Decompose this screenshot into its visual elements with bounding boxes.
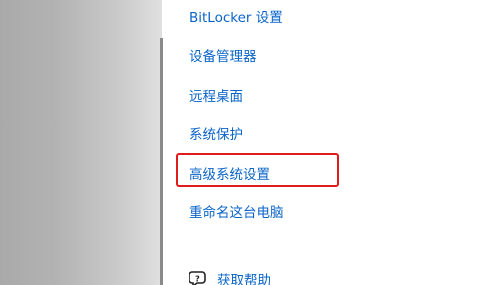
get-help-link[interactable]: ? 获取帮助 <box>188 269 271 285</box>
highlight-annotation-box <box>176 153 339 187</box>
settings-window: BitLocker 设置 设备管理器 远程桌面 系统保护 高级系统设置 重命名这… <box>0 0 493 285</box>
background-pane <box>0 0 162 285</box>
rename-this-pc-link[interactable]: 重命名这台电脑 <box>189 204 284 222</box>
scrollbar[interactable] <box>160 38 163 285</box>
remote-desktop-link[interactable]: 远程桌面 <box>189 88 243 106</box>
help-chat-icon: ? <box>188 270 207 285</box>
get-help-label: 获取帮助 <box>217 273 271 285</box>
system-protection-link[interactable]: 系统保护 <box>189 126 243 144</box>
device-manager-link[interactable]: 设备管理器 <box>189 48 257 66</box>
bitlocker-settings-link[interactable]: BitLocker 设置 <box>189 9 283 27</box>
svg-text:?: ? <box>195 275 200 284</box>
